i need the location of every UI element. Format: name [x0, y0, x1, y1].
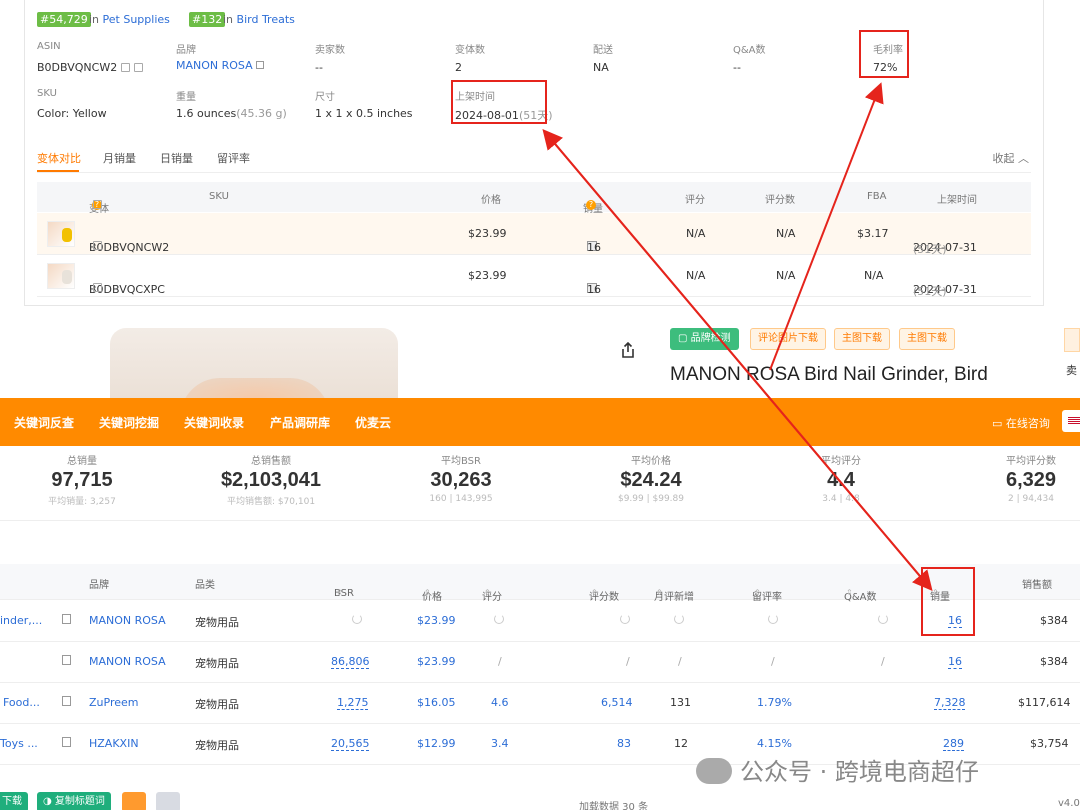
- arrow-to-sales: [544, 131, 933, 592]
- screenshot-root: { "ranks": [ {"badge": "#54,729", "in": …: [0, 0, 1080, 810]
- annotation-arrows: [542, 82, 933, 592]
- arrow-to-margin: [769, 82, 884, 371]
